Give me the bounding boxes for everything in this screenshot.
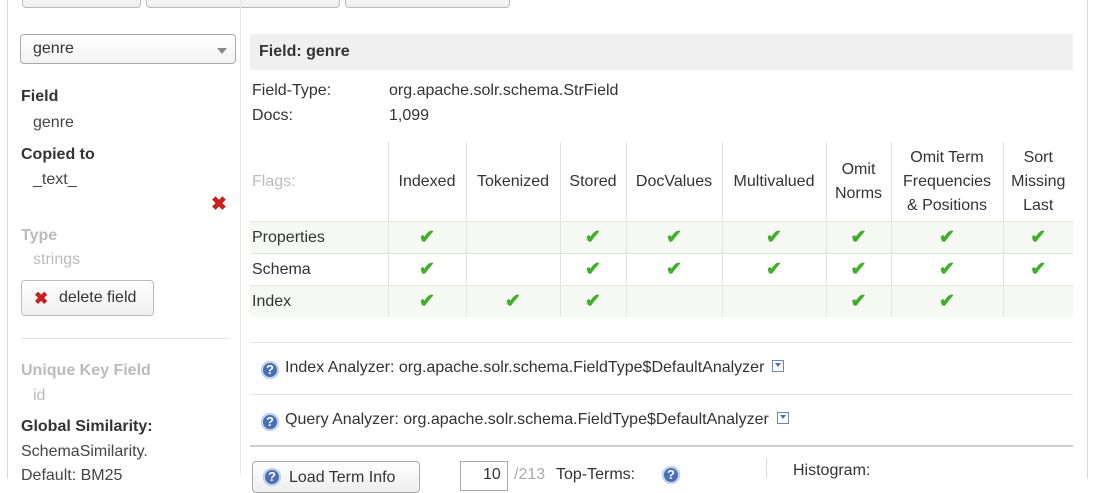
check-icon: ✔ xyxy=(559,221,626,254)
check-icon: ✔ xyxy=(890,285,1003,317)
global-similarity-value-2: Default: BM25 xyxy=(21,467,123,484)
page-title: Field: genre xyxy=(259,43,350,60)
divider xyxy=(250,394,1073,395)
check-icon: ✔ xyxy=(387,285,466,317)
check-icon: ✔ xyxy=(825,285,891,317)
check-icon: ✔ xyxy=(625,253,722,286)
flag-column-header: Indexed xyxy=(387,142,466,222)
flag-column-header: Multivalued xyxy=(721,142,826,222)
copied-to-value: _text_ xyxy=(33,171,77,188)
flag-column-header: Omit Norms xyxy=(825,142,891,222)
divider xyxy=(766,458,767,478)
help-icon[interactable]: ? xyxy=(261,413,279,431)
empty-flag-cell xyxy=(465,253,560,286)
check-icon: ✔ xyxy=(721,253,826,286)
empty-flag-cell xyxy=(1002,285,1073,317)
flags-table: Flags: Indexed Tokenized Stored DocValues Mu… xyxy=(250,142,1073,317)
empty-flag-cell xyxy=(721,285,826,317)
index-analyzer-value: org.apache.solr.schema.FieldType$Default… xyxy=(398,359,765,376)
chevron-down-icon xyxy=(217,48,227,54)
flags-label: Flags: xyxy=(252,172,296,190)
field-type-label: Field-Type: xyxy=(252,82,332,99)
query-analyzer-value: org.apache.solr.schema.FieldType$Default… xyxy=(403,411,769,428)
field-select-value: genre xyxy=(33,40,74,57)
field-select[interactable]: genre xyxy=(20,34,236,64)
expand-icon[interactable] xyxy=(776,412,789,424)
field-label: Field xyxy=(21,88,59,105)
empty-flag-cell xyxy=(625,285,722,317)
global-similarity-value: SchemaSimilarity. xyxy=(21,443,148,460)
empty-flag-cell xyxy=(465,221,560,254)
flag-column-header: Tokenized xyxy=(465,142,560,222)
index-analyzer-label: Index Analyzer: xyxy=(285,359,395,376)
flag-column-header: Omit Term Frequencies & Positions xyxy=(890,142,1003,222)
help-icon[interactable]: ? xyxy=(662,466,680,484)
topterms-value: 10 xyxy=(483,466,501,483)
divider xyxy=(250,342,1073,343)
check-icon: ✔ xyxy=(387,221,466,254)
check-icon: ✔ xyxy=(825,221,891,254)
flags-header-row: Flags: Indexed Tokenized Stored DocValues Mu… xyxy=(250,142,1073,222)
table-row: Properties ✔ ✔ ✔ ✔ ✔ ✔ ✔ xyxy=(250,221,1073,254)
check-icon: ✔ xyxy=(721,221,826,254)
table-row: Index ✔ ✔ ✔ ✔ ✔ xyxy=(250,285,1073,317)
field-value: genre xyxy=(33,114,74,131)
check-icon: ✔ xyxy=(890,221,1003,254)
remove-copy-icon[interactable]: ✖ xyxy=(211,193,227,216)
delete-field-button[interactable]: ✖ delete field xyxy=(21,280,154,316)
delete-field-label: delete field xyxy=(59,289,137,306)
type-value: strings xyxy=(33,251,81,268)
check-icon: ✔ xyxy=(1002,221,1073,254)
query-analyzer-label: Query Analyzer: xyxy=(285,411,399,428)
table-row: Schema ✔ ✔ ✔ ✔ ✔ ✔ ✔ xyxy=(250,253,1073,286)
load-icon: ? xyxy=(263,468,281,486)
flag-column-header: DocValues xyxy=(625,142,722,222)
field-type-value: org.apache.solr.schema.StrField xyxy=(389,82,619,99)
delete-icon: ✖ xyxy=(34,289,49,308)
flag-column-header: Stored xyxy=(559,142,626,222)
row-label: Index xyxy=(250,285,388,317)
docs-label: Docs: xyxy=(252,107,293,124)
check-icon: ✔ xyxy=(559,253,626,286)
global-similarity-label: Global Similarity: xyxy=(21,418,153,435)
check-icon: ✔ xyxy=(625,221,722,254)
help-icon[interactable]: ? xyxy=(261,361,279,379)
check-icon: ✔ xyxy=(825,253,891,286)
copied-to-label: Copied to xyxy=(21,146,95,163)
divider xyxy=(250,445,1073,447)
load-term-info-label: Load Term Info xyxy=(289,469,396,486)
query-analyzer: ? Query Analyzer: org.apache.solr.schema.… xyxy=(261,411,789,431)
topterms-total: /213 xyxy=(514,466,546,483)
flag-column-header: Sort Missing Last xyxy=(1002,142,1073,222)
topterms-input[interactable]: 10 xyxy=(460,461,508,491)
docs-value: 1,099 xyxy=(389,107,430,124)
unique-key-value: id xyxy=(33,387,46,404)
unique-key-label: Unique Key Field xyxy=(21,362,151,379)
top-button-3[interactable] xyxy=(345,0,510,8)
type-label: Type xyxy=(21,227,58,244)
check-icon: ✔ xyxy=(465,285,560,317)
index-analyzer: ? Index Analyzer: org.apache.solr.schema.… xyxy=(261,359,785,379)
field-header: Field: genre xyxy=(250,34,1073,70)
histogram-label: Histogram: xyxy=(793,462,871,479)
sidebar-divider xyxy=(21,338,230,339)
load-term-info-button[interactable]: ? Load Term Info xyxy=(252,461,420,493)
row-label: Properties xyxy=(250,221,388,254)
check-icon: ✔ xyxy=(890,253,1003,286)
check-icon: ✔ xyxy=(559,285,626,317)
expand-icon[interactable] xyxy=(772,360,785,372)
check-icon: ✔ xyxy=(1002,253,1073,286)
row-label: Schema xyxy=(250,253,388,286)
topterms-label: Top-Terms: xyxy=(556,466,636,483)
check-icon: ✔ xyxy=(387,253,466,286)
